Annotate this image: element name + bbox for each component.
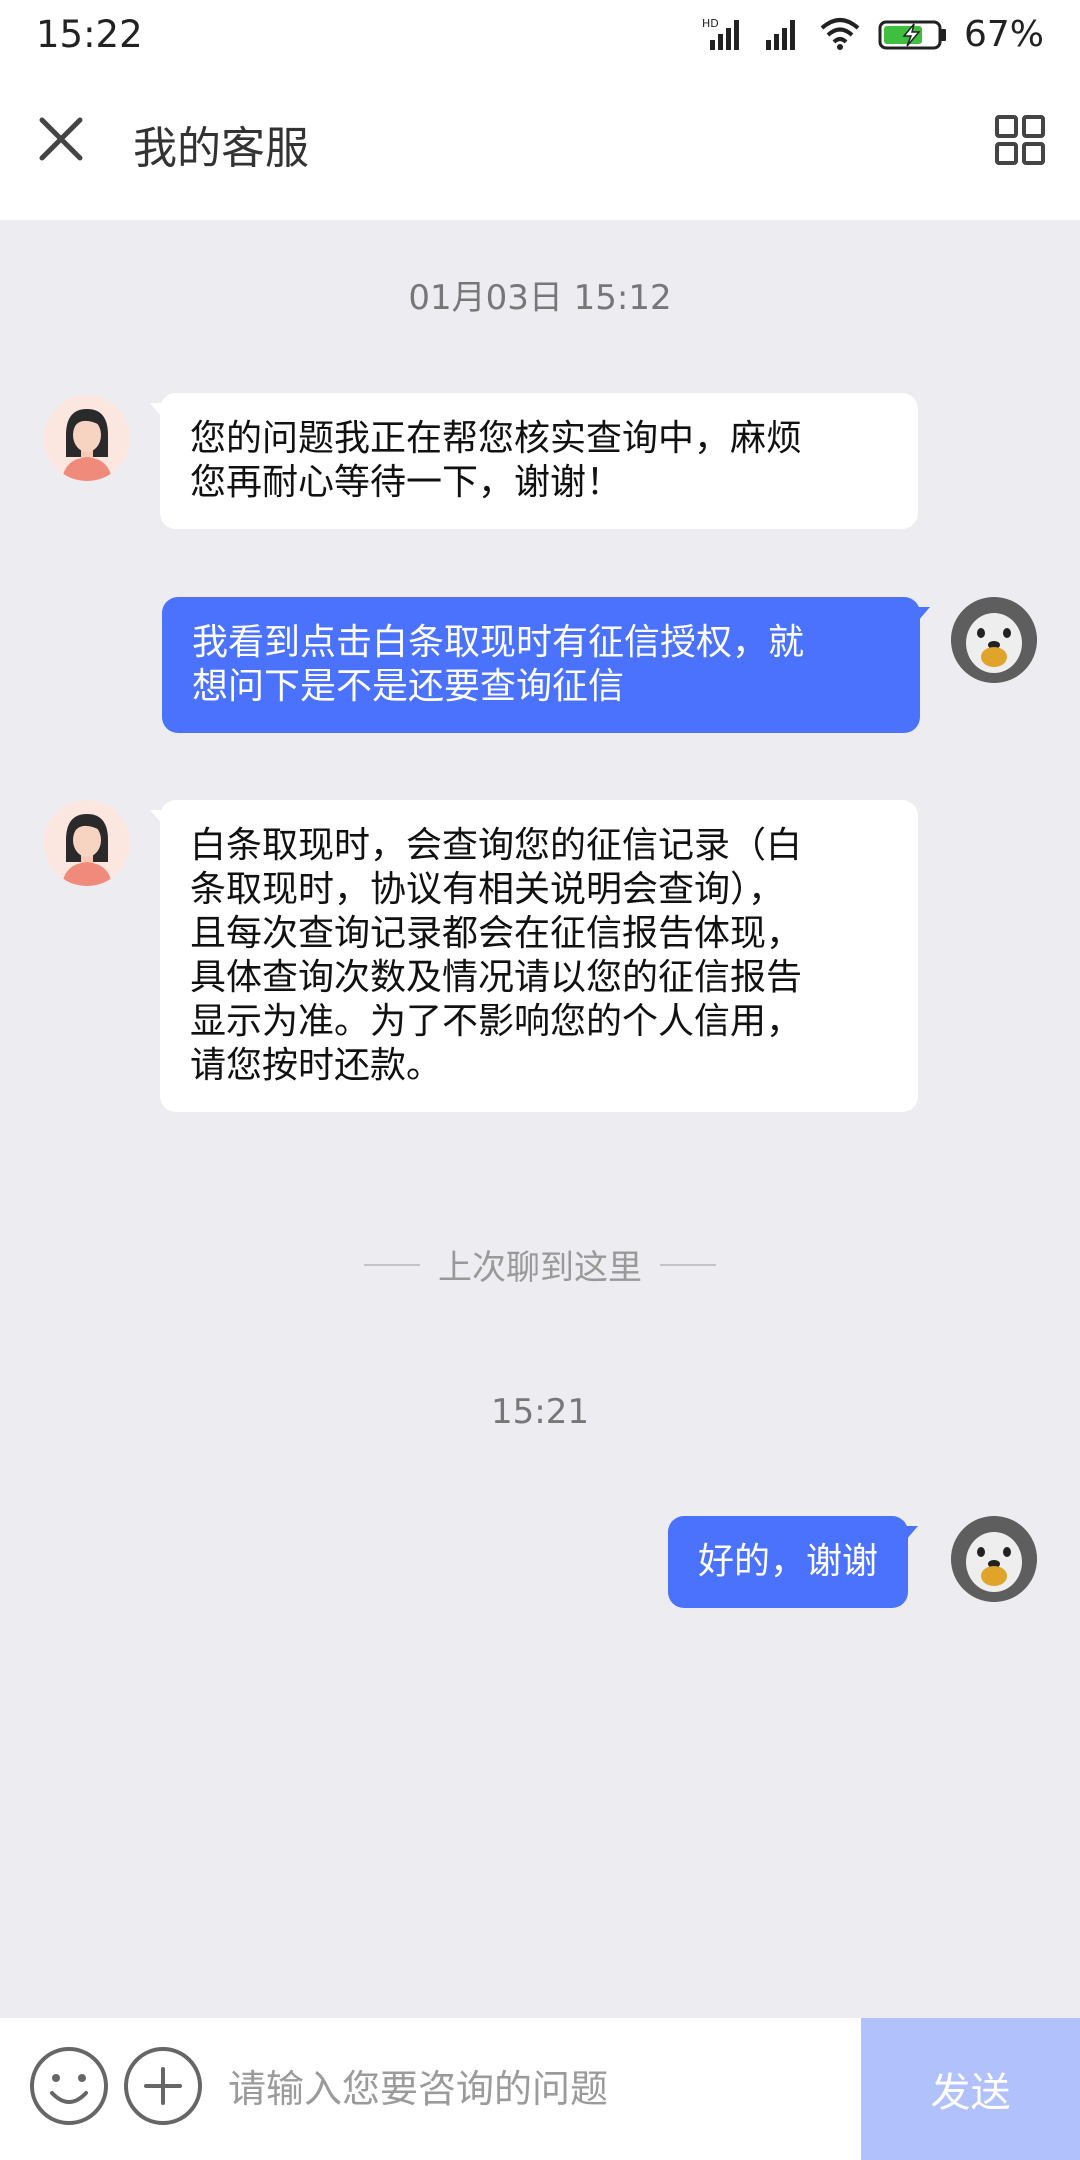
wifi-icon xyxy=(820,18,860,50)
user-message-bubble[interactable]: 我看到点击白条取现时有征信授权，就 想问下是不是还要查询征信 xyxy=(162,597,930,733)
agent-avatar-icon xyxy=(44,800,130,886)
send-button[interactable]: 发送 xyxy=(861,2018,1080,2160)
message-timestamp: 01月03日 15:12 xyxy=(408,278,672,318)
status-time: 15:22 xyxy=(36,12,143,56)
plus-icon[interactable] xyxy=(122,2045,204,2127)
grid-icon[interactable] xyxy=(994,114,1046,166)
user-avatar-icon xyxy=(951,597,1037,683)
agent-message-bubble[interactable]: 您的问题我正在帮您核实查询中，麻烦 您再耐心等待一下，谢谢！ xyxy=(150,393,918,529)
user-avatar[interactable] xyxy=(951,597,1037,683)
user-avatar-icon xyxy=(951,1516,1037,1602)
agent-avatar[interactable] xyxy=(44,800,130,886)
agent-avatar[interactable] xyxy=(44,395,130,481)
status-icons: HD 67% xyxy=(702,14,1044,55)
divider-line xyxy=(660,1263,716,1266)
divider-line xyxy=(364,1263,420,1266)
battery-charging-icon xyxy=(878,20,946,50)
status-bar: 15:22 HD 67% xyxy=(0,0,1080,68)
battery-percent: 67% xyxy=(963,13,1044,55)
chat-header: 我的客服 xyxy=(0,68,1080,220)
history-divider: 上次聊到这里 xyxy=(0,1240,1080,1289)
signal-hd-icon: HD xyxy=(702,17,739,50)
network-badge-text: HD xyxy=(702,17,719,30)
history-divider-label: 上次聊到这里 xyxy=(438,1248,642,1288)
user-message-bubble[interactable]: 好的，谢谢 xyxy=(668,1516,919,1608)
close-icon[interactable] xyxy=(36,114,86,164)
page-title: 我的客服 xyxy=(133,123,309,174)
agent-avatar-icon xyxy=(44,395,130,481)
user-avatar[interactable] xyxy=(951,1516,1037,1602)
agent-message-bubble[interactable]: 白条取现时，会查询您的征信记录（白 条取现时，协议有相关说明会查询）， 且每次查… xyxy=(150,800,918,1112)
message-input[interactable] xyxy=(228,2054,828,2124)
message-timestamp: 15:21 xyxy=(491,1392,589,1432)
signal-icon xyxy=(765,20,795,50)
emoji-icon[interactable] xyxy=(28,2045,110,2127)
message-input-bar: 发送 xyxy=(0,2018,1080,2160)
